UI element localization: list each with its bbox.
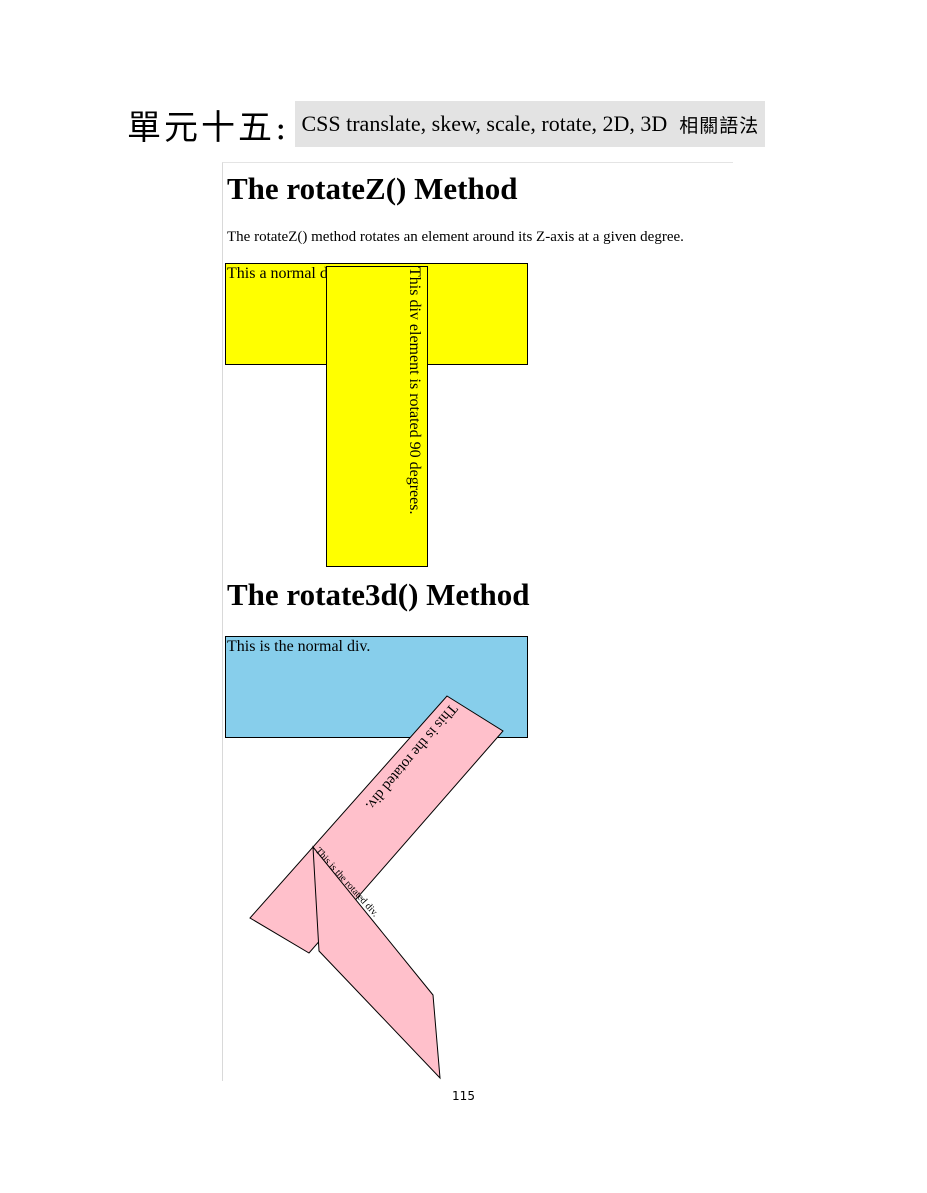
unit-label: 單元十五: xyxy=(127,107,290,148)
page-header: 單元十五: CSS translate, skew, scale, rotate… xyxy=(127,100,766,148)
rotated-div-pink-lower xyxy=(312,845,441,1080)
page-number: 115 xyxy=(452,1089,475,1103)
topic-title-zh: 相關語法 xyxy=(679,114,760,137)
browser-screenshot-frame: The rotateZ() Method The rotateZ() metho… xyxy=(222,162,733,1081)
rotated-3d-divs: This is the rotated div. This is the rot… xyxy=(249,695,504,1080)
topic-title-en: CSS translate, skew, scale, rotate, 2D, … xyxy=(301,111,668,136)
topic-box: CSS translate, skew, scale, rotate, 2D, … xyxy=(295,101,766,147)
